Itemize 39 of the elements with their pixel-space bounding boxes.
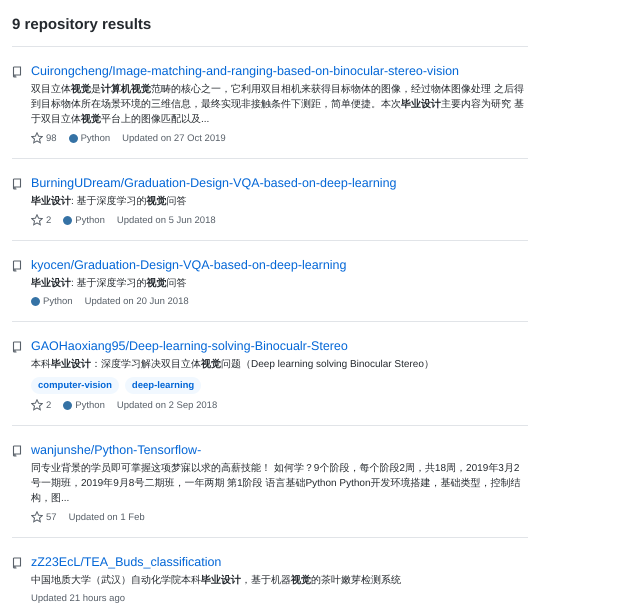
repository-description: 双目立体视觉是计算机视觉范畴的核心之一，它利用双目相机来获得目标物体的图像，经过物体图像处理 之后得到目标物体所在场景环境的三维信息，最终实现非接触条件下测距，简单便捷。本次毕业设计主要内容为研究 基于双目立体视觉平台上的图像匹配以及...: [31, 82, 525, 127]
star-count: 57: [46, 512, 57, 522]
repository-link[interactable]: Cuirongcheng/Image-matching-and-ranging-based-on-binocular-stereo-vision: [31, 62, 528, 80]
repository-description: 毕业设计: 基于深度学习的视觉问答: [31, 276, 188, 291]
language-label: Python: [43, 296, 73, 307]
star-icon: [31, 214, 43, 226]
star-count: 98: [46, 132, 57, 144]
language-label: Python: [75, 400, 105, 410]
updated-date: Updated on 2 Sep 2018: [116, 400, 218, 410]
updated-date: Updated on 1 Feb: [68, 512, 145, 522]
repository-description: 中国地质大学（武汉）自动化学院本科毕业设计，基于机器视觉的茶叶嫩芽检测系统: [31, 574, 402, 588]
book-icon: [12, 178, 22, 190]
star-icon: [31, 132, 43, 144]
repository-description: 本科毕业设计：深度学习解决双目立体视觉问题（Deep learning solving Binocular Stereo）: [31, 358, 435, 372]
updated-date: Updated on 20 Jun 2018: [84, 296, 189, 307]
star-count: 2: [46, 214, 52, 226]
repository-link[interactable]: wanjunshe/Python-Tensorflow-: [31, 441, 528, 459]
book-icon: [12, 66, 22, 78]
topic-tag[interactable]: deep-learning: [124, 377, 202, 394]
results-heading: 9 repository results: [12, 0, 528, 47]
star-count: 2: [46, 400, 52, 410]
repository-description: 毕业设计: 基于深度学习的视觉问答: [31, 194, 188, 209]
repository-description: 同专业背景的学员即可掌握这项梦寐以求的高薪技能！ 如何学？9个阶段，每个阶段2周，共18周，2019年3月2号一期班，2019年9月8号二期班，一年两期 第1阶段 语言基础Python Python开发环境搭建，基础类型，控制结构，图...: [31, 462, 522, 506]
star-icon: [31, 399, 43, 411]
repository-link[interactable]: zZ23EcL/TEA_Buds_classification: [31, 553, 528, 571]
book-icon: [12, 557, 22, 569]
repository-link[interactable]: kyocen/Graduation-Design-VQA-based-on-deep-learning: [31, 256, 528, 274]
book-icon: [12, 445, 22, 457]
book-icon: [12, 341, 22, 353]
language-label: Python: [80, 132, 110, 144]
repository-link[interactable]: BurningUDream/Graduation-Design-VQA-based-on-deep-learning: [31, 174, 528, 192]
updated-date: Updated on 27 Oct 2019: [122, 132, 226, 144]
book-icon: [12, 260, 22, 272]
repository-link[interactable]: GAOHaoxiang95/Deep-learning-solving-Binocualr-Stereo: [31, 337, 528, 355]
updated-date: Updated 21 hours ago: [31, 593, 126, 604]
language-label: Python: [75, 214, 105, 226]
topic-tag[interactable]: computer-vision: [31, 377, 119, 394]
star-icon: [31, 511, 43, 523]
updated-date: Updated on 5 Jun 2018: [116, 214, 216, 226]
